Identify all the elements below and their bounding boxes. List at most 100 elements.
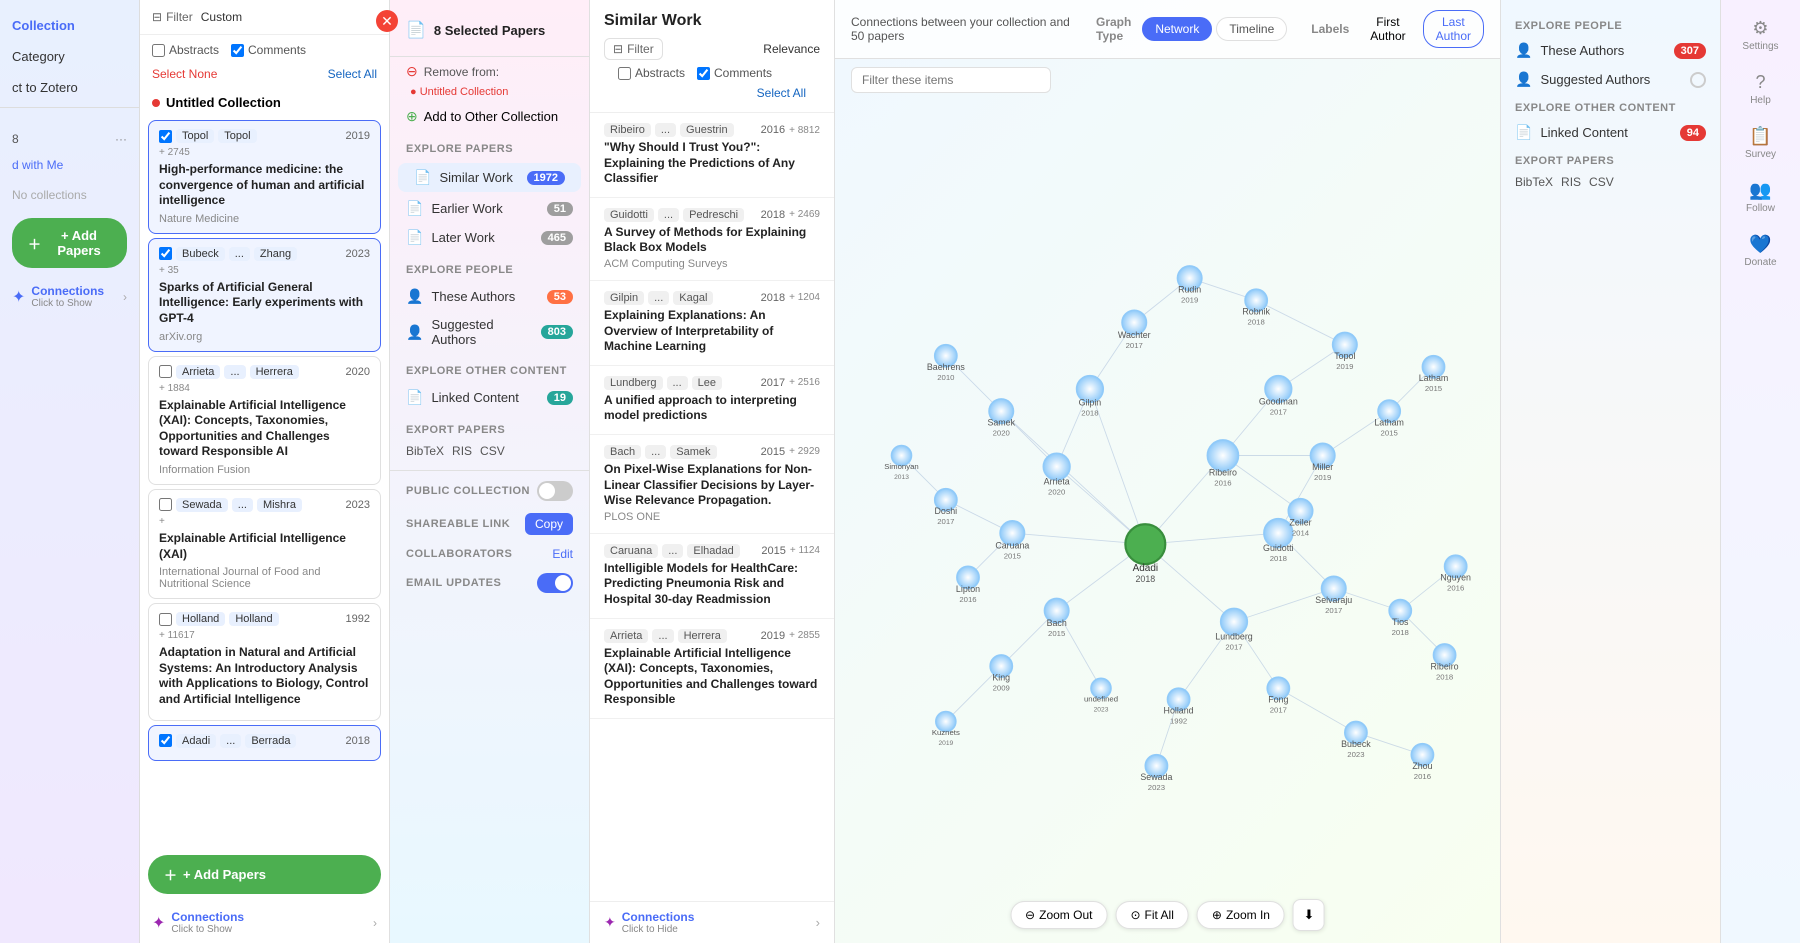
comments-checkbox-label[interactable]: Comments [231,43,306,57]
table-row[interactable]: Sewada ... Mishra 2023 + Explainable Art… [148,489,381,599]
add-papers-bottom-button[interactable]: ＋ + Add Papers [148,855,381,894]
download-button[interactable]: ⬇ [1293,899,1325,931]
similar-work-item[interactable]: 📄 Similar Work 1972 [398,163,581,192]
right-linked-content-item[interactable]: 📄 Linked Content 94 [1501,118,1720,147]
paper-checkbox[interactable] [159,365,172,378]
paper-year: 2018 [346,735,370,747]
later-work-badge: 465 [541,231,573,245]
close-button[interactable]: ✕ [376,10,398,32]
filter-button[interactable]: ⊟ Filter [152,10,193,24]
similar-comments-checkbox[interactable] [697,67,710,80]
zoom-out-button[interactable]: ⊖ Zoom Out [1010,901,1107,929]
help-sidebar-item[interactable]: ? Help [1726,64,1796,114]
table-row[interactable]: Adadi ... Berrada 2018 [148,725,381,761]
sidebar-item-category[interactable]: Category [0,41,139,72]
list-item[interactable]: Ribeiro ... Guestrin 2016 + 8812 "Why Sh… [590,113,834,198]
list-item[interactable]: Lundberg ... Lee 2017 + 2516 A unified a… [590,366,834,435]
table-row[interactable]: Topol Topol 2019 + 2745 High-performance… [148,120,381,234]
custom-button[interactable]: Custom [201,10,242,24]
list-item[interactable]: Gilpin ... Kagal 2018 + 1204 Explaining … [590,281,834,366]
sidebar-item-collection[interactable]: Collection [0,10,139,41]
list-item[interactable]: Arrieta ... Herrera 2019 + 2855 Explaina… [590,619,834,719]
bibtex-export-button[interactable]: BibTeX [406,444,444,458]
fit-all-button[interactable]: ⊙ Fit All [1115,901,1188,929]
paper-checkbox[interactable] [159,247,172,260]
these-authors-item[interactable]: 👤 These Authors 53 [390,282,589,311]
paper-citations: + 1204 [789,292,820,303]
right-bibtex-button[interactable]: BibTeX [1515,175,1553,189]
author-tag: Pedreschi [683,208,744,222]
svg-text:Arrieta: Arrieta [1044,476,1070,486]
right-suggested-authors-item[interactable]: 👤 Suggested Authors [1501,65,1720,94]
copy-button[interactable]: Copy [525,513,573,535]
connections-icon: ✦ [12,287,25,307]
similar-filter-button[interactable]: ⊟ Filter [604,38,663,60]
connections-link-bottom[interactable]: ✦ Connections Click to Show › [140,902,389,943]
csv-export-button[interactable]: CSV [480,444,505,458]
network-button[interactable]: Network [1142,17,1212,41]
last-author-button[interactable]: Last Author [1423,10,1484,48]
add-papers-button[interactable]: ＋ + Add Papers [12,218,127,268]
donate-sidebar-item[interactable]: 💙 Donate [1726,226,1796,276]
download-icon: ⬇ [1304,907,1315,923]
network-controls: ⊖ Zoom Out ⊙ Fit All ⊕ Zoom In ⬇ [1010,899,1325,931]
paper-checkbox[interactable] [159,498,172,511]
svg-text:King: King [992,672,1010,682]
author-tag: ... [232,498,253,512]
survey-sidebar-item[interactable]: 📋 Survey [1726,118,1796,168]
earlier-work-item[interactable]: 📄 Earlier Work 51 [390,194,589,223]
linked-icon: 📄 [406,389,423,406]
similar-select-all-button[interactable]: Select All [604,86,820,104]
abstracts-checkbox[interactable] [152,44,165,57]
timeline-button[interactable]: Timeline [1216,17,1287,41]
paper-year: 1992 [346,613,370,625]
ris-export-button[interactable]: RIS [452,444,472,458]
network-panel: Connections between your collection and … [835,0,1500,943]
linked-content-item[interactable]: 📄 Linked Content 19 [390,383,589,412]
connections-link[interactable]: ✦ Connections Click to Show › [0,276,139,317]
add-other-collection[interactable]: ⊕ Add to Other Collection [390,102,589,131]
similar-abstracts-checkbox[interactable] [618,67,631,80]
right-these-authors-item[interactable]: 👤 These Authors 307 [1501,36,1720,65]
paper-title: On Pixel-Wise Explanations for Non-Linea… [604,462,820,509]
public-toggle[interactable] [537,481,573,501]
right-csv-button[interactable]: CSV [1589,175,1614,189]
connections-text-similar: Connections [622,910,695,924]
select-none-button[interactable]: Select None [152,67,217,81]
list-item[interactable]: Bach ... Samek 2015 + 2929 On Pixel-Wise… [590,435,834,534]
suggested-authors-item[interactable]: 👤 Suggested Authors 803 [390,311,589,353]
list-item[interactable]: Caruana ... Elhadad 2015 + 1124 Intellig… [590,534,834,619]
first-author-button[interactable]: First Author [1357,10,1418,48]
paper-checkbox[interactable] [159,613,172,626]
edit-button[interactable]: Edit [552,547,573,561]
paper-checkbox[interactable] [159,130,172,143]
similar-card-header: Guidotti ... Pedreschi 2018 + 2469 [604,208,820,222]
connections-link-similar[interactable]: ✦ Connections Click to Hide › [590,901,834,943]
right-ris-button[interactable]: RIS [1561,175,1581,189]
table-row[interactable]: Arrieta ... Herrera 2020 + 1884 Explaina… [148,356,381,485]
table-row[interactable]: Holland Holland 1992 + 11617 Adaptation … [148,603,381,720]
author-tag: Lundberg [604,376,663,390]
similar-comments-label[interactable]: Comments [697,66,772,80]
left-sidebar: Collection Category ct to Zotero 8 ··· d… [0,0,140,943]
comments-checkbox[interactable] [231,44,244,57]
email-toggle[interactable] [537,573,573,593]
sidebar-item-zotero[interactable]: ct to Zotero [0,72,139,103]
svg-text:Kuznets: Kuznets [932,728,960,737]
zoom-in-button[interactable]: ⊕ Zoom In [1197,901,1285,929]
later-work-item[interactable]: 📄 Later Work 465 [390,223,589,252]
table-row[interactable]: Bubeck ... Zhang 2023 + 35 Sparks of Art… [148,238,381,352]
network-filter-input[interactable] [851,67,1051,93]
collection-menu-dots[interactable]: ··· [115,132,127,146]
select-all-button[interactable]: Select All [328,67,377,81]
list-item[interactable]: Guidotti ... Pedreschi 2018 + 2469 A Sur… [590,198,834,281]
similar-abstracts-label[interactable]: Abstracts [618,66,685,80]
svg-text:Sewada: Sewada [1140,772,1172,782]
abstracts-checkbox-label[interactable]: Abstracts [152,43,219,57]
papers-icon: 📄 [406,20,426,40]
paper-checkbox[interactable] [159,734,172,747]
follow-sidebar-item[interactable]: 👥 Follow [1726,172,1796,222]
suggested-authors-label: Suggested Authors [431,317,532,347]
settings-sidebar-item[interactable]: ⚙ Settings [1726,10,1796,60]
svg-text:Ribeiro: Ribeiro [1209,467,1237,477]
